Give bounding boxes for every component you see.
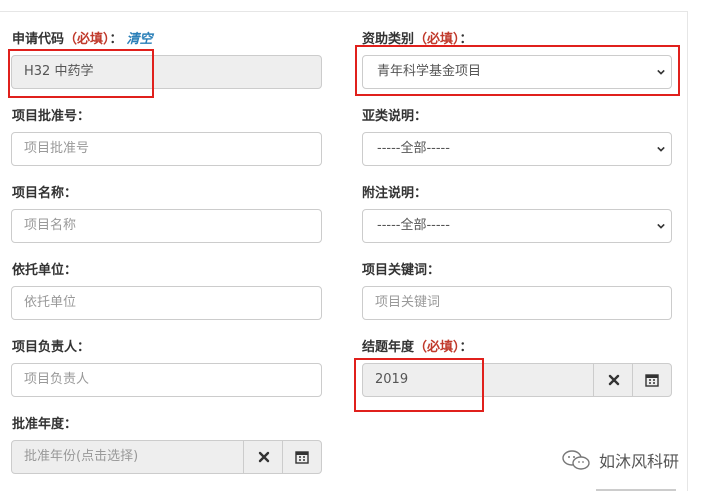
project-name-input[interactable]: 项目名称 <box>11 209 322 243</box>
annotation-note-label: 附注说明： <box>362 186 428 201</box>
calendar-icon <box>645 374 659 387</box>
keywords-placeholder: 项目关键词 <box>375 295 441 310</box>
approval-year-label: 批准年度： <box>12 417 78 432</box>
chevron-down-icon <box>657 223 665 229</box>
watermark-text: 如沐风科研 <box>599 452 680 471</box>
keywords-label: 项目关键词： <box>362 263 441 278</box>
project-leader-placeholder: 项目负责人 <box>24 372 90 387</box>
project-leader-label: 项目负责人： <box>12 340 91 355</box>
highlight-box-conclusion-year <box>354 358 484 412</box>
project-name-label: 项目名称： <box>12 186 78 201</box>
host-institution-label: 依托单位： <box>12 263 78 278</box>
label-colon: ： <box>109 32 123 47</box>
approval-year-input[interactable]: 批准年份(点击选择) <box>11 440 244 474</box>
wechat-icon <box>562 450 590 470</box>
highlight-box-apply-code <box>8 49 154 98</box>
conclusion-year-label-text: 结题年度 <box>362 340 415 355</box>
label-colon: ： <box>459 340 473 355</box>
clear-x-icon <box>608 374 619 386</box>
panel-right-border <box>687 11 688 491</box>
apply-code-label-text: 申请代码 <box>12 32 65 47</box>
highlight-box-funding-category <box>355 45 680 96</box>
calendar-icon <box>295 451 309 464</box>
panel-top-border <box>0 11 688 12</box>
host-institution-input[interactable]: 依托单位 <box>11 286 322 320</box>
conclusion-year-label: 结题年度（必填）： <box>362 340 473 356</box>
required-marker: （必填） <box>414 340 460 355</box>
project-leader-input[interactable]: 项目负责人 <box>11 363 322 397</box>
approval-year-clear-button[interactable] <box>243 440 283 474</box>
approval-number-label: 项目批准号： <box>12 109 91 124</box>
subcategory-note-value: -----全部----- <box>377 141 450 156</box>
annotation-note-value: -----全部----- <box>377 218 450 233</box>
required-marker: （必填） <box>64 32 110 47</box>
keywords-input[interactable]: 项目关键词 <box>362 286 672 320</box>
approval-year-calendar-button[interactable] <box>282 440 322 474</box>
annotation-note-select[interactable]: -----全部----- <box>362 209 672 243</box>
clear-x-icon <box>258 451 269 463</box>
approval-year-placeholder: 批准年份(点击选择) <box>24 449 139 464</box>
apply-code-label: 申请代码（必填）： 清空 <box>12 32 153 48</box>
conclusion-year-calendar-button[interactable] <box>632 363 672 397</box>
subcategory-note-label: 亚类说明： <box>362 109 428 124</box>
host-institution-placeholder: 依托单位 <box>24 295 77 310</box>
clear-link[interactable]: 清空 <box>127 32 153 47</box>
watermark: 如沐风科研 <box>561 448 679 472</box>
project-name-placeholder: 项目名称 <box>24 218 77 233</box>
chevron-down-icon <box>657 146 665 152</box>
subcategory-note-select[interactable]: -----全部----- <box>362 132 672 166</box>
approval-number-placeholder: 项目批准号 <box>24 141 90 156</box>
approval-number-input[interactable]: 项目批准号 <box>11 132 322 166</box>
conclusion-year-clear-button[interactable] <box>593 363 633 397</box>
